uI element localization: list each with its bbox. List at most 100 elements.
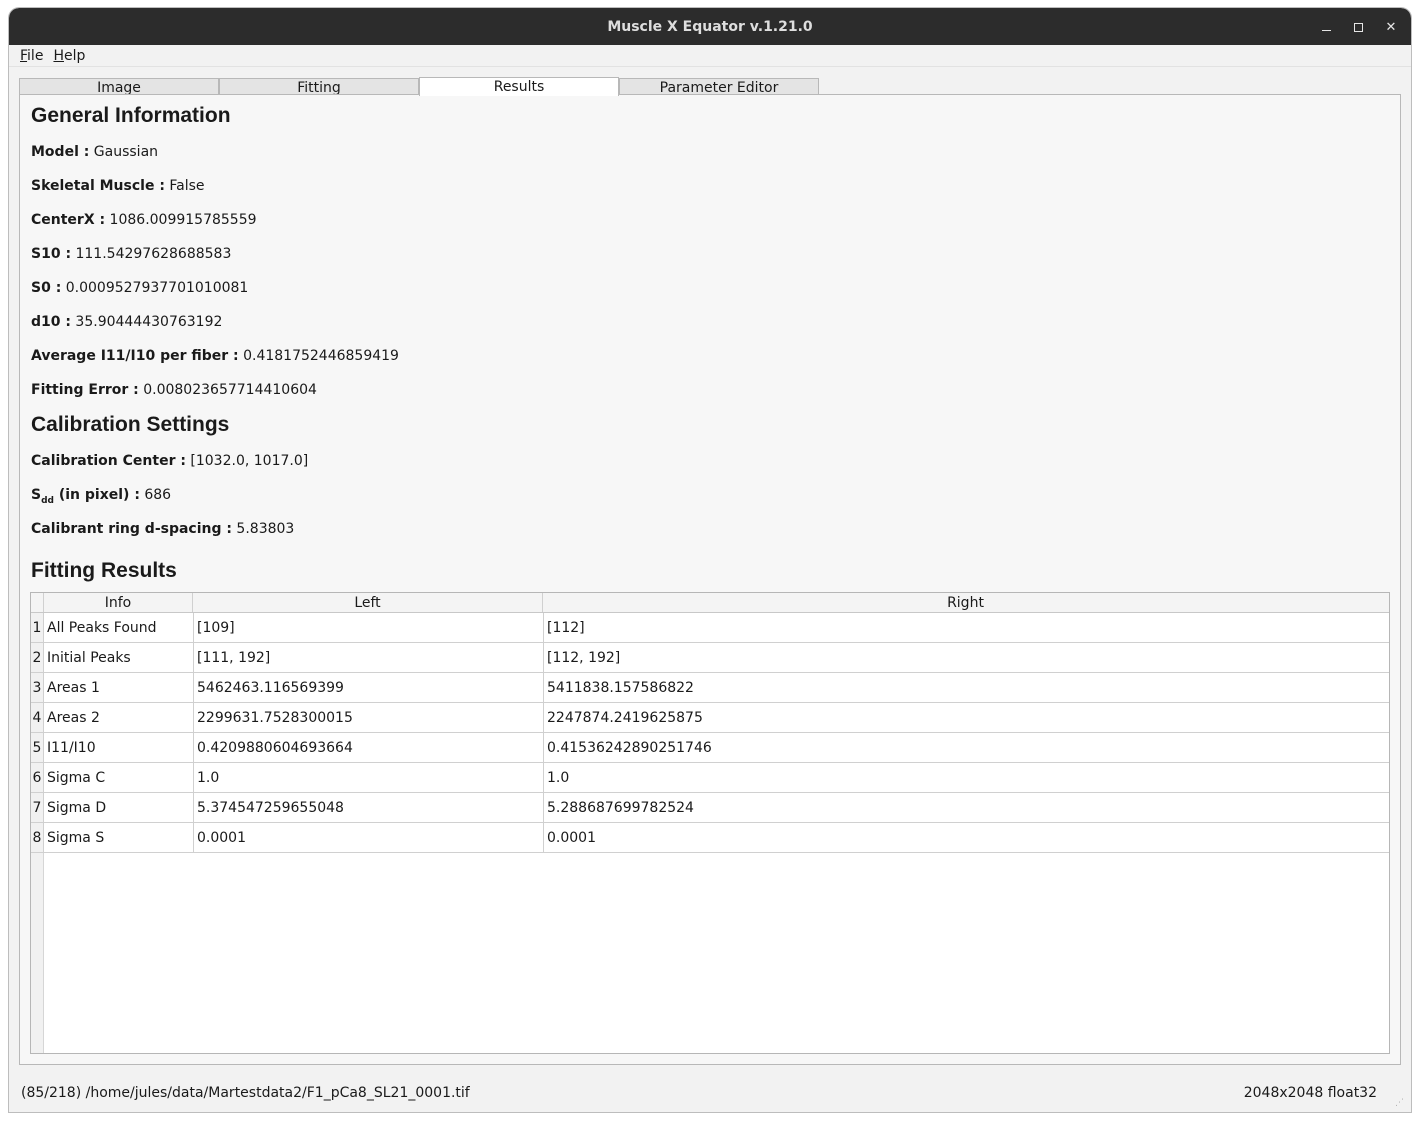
menu-file-mnemonic: F [20,47,28,64]
menu-help-mnemonic: H [53,47,64,64]
cell-right[interactable]: 0.41536242890251746 [544,733,1389,762]
skeletal-muscle-row: Skeletal Muscle : False [31,178,205,194]
cell-info[interactable]: Initial Peaks [44,643,194,672]
column-header-left[interactable]: Left [193,593,543,612]
cell-left[interactable]: 1.0 [194,763,544,792]
cell-info[interactable]: I11/I10 [44,733,194,762]
cell-left[interactable]: [111, 192] [194,643,544,672]
row-number[interactable]: 3 [31,673,44,702]
cell-left[interactable]: 0.4209880604693664 [194,733,544,762]
minimize-icon [1321,29,1331,31]
s0-value: 0.0009527937701010081 [61,280,249,296]
window-title: Muscle X Equator v.1.21.0 [607,18,813,35]
skeletal-muscle-value: False [164,178,205,194]
sdd-key-main: S [31,487,42,503]
app-window: Muscle X Equator v.1.21.0 ✕ File Help Im… [9,8,1411,1112]
calibration-center-value: [1032.0, 1017.0] [185,453,309,469]
cell-left[interactable]: 0.0001 [194,823,544,852]
fitting-results-table[interactable]: Info Left Right 1 All Peaks Found [109] … [30,592,1390,1054]
d10-key: d10 : [31,314,71,330]
status-image-info: 2048x2048 float32 [1243,1084,1377,1101]
column-header-info[interactable]: Info [44,593,193,612]
s0-row: S0 : 0.0009527937701010081 [31,280,248,296]
calibration-center-row: Calibration Center : [1032.0, 1017.0] [31,453,308,469]
menu-help[interactable]: Help [53,48,85,64]
table-row[interactable]: 7 Sigma D 5.374547259655048 5.2886876997… [31,793,1389,823]
d10-value: 35.90444430763192 [70,314,223,330]
maximize-button[interactable] [1345,14,1371,40]
cell-right[interactable]: 1.0 [544,763,1389,792]
cell-info[interactable]: Sigma D [44,793,194,822]
table-row[interactable]: 8 Sigma S 0.0001 0.0001 [31,823,1389,853]
cell-right[interactable]: 2247874.2419625875 [544,703,1389,732]
cell-info[interactable]: Areas 1 [44,673,194,702]
average-i11-i10-value: 0.4181752446859419 [238,348,399,364]
table-row[interactable]: 2 Initial Peaks [111, 192] [112, 192] [31,643,1389,673]
row-number[interactable]: 2 [31,643,44,672]
table-row[interactable]: 3 Areas 1 5462463.116569399 5411838.1575… [31,673,1389,703]
menu-file[interactable]: File [20,48,43,64]
cell-left[interactable]: 5462463.116569399 [194,673,544,702]
close-button[interactable]: ✕ [1378,14,1404,40]
calibration-center-key: Calibration Center : [31,453,186,469]
row-number[interactable]: 1 [31,613,44,642]
row-number[interactable]: 8 [31,823,44,852]
table-header: Info Left Right [31,593,1389,613]
menu-bar: File Help [9,45,1411,67]
sdd-row: Sdd (in pixel) : 686 [31,487,171,506]
fitting-error-key: Fitting Error : [31,382,139,398]
centerx-row: CenterX : 1086.009915785559 [31,212,257,228]
table-corner[interactable] [31,593,44,612]
row-number[interactable]: 5 [31,733,44,762]
cell-left[interactable]: 5.374547259655048 [194,793,544,822]
cell-info[interactable]: All Peaks Found [44,613,194,642]
table-row[interactable]: 6 Sigma C 1.0 1.0 [31,763,1389,793]
maximize-icon [1353,22,1363,32]
cell-info[interactable]: Areas 2 [44,703,194,732]
fitting-error-value: 0.008023657714410604 [138,382,317,398]
table-row[interactable]: 4 Areas 2 2299631.7528300015 2247874.241… [31,703,1389,733]
model-key: Model : [31,144,90,160]
tab-results[interactable]: Results [419,77,619,96]
cell-right[interactable]: 5.288687699782524 [544,793,1389,822]
row-number[interactable]: 4 [31,703,44,732]
sdd-key-sub: dd [41,495,54,506]
fitting-results-heading: Fitting Results [31,559,177,582]
status-bar: (85/218) /home/jules/data/Martestdata2/F… [9,1073,1411,1112]
cell-info[interactable]: Sigma C [44,763,194,792]
row-number[interactable]: 6 [31,763,44,792]
menu-file-label: ile [27,47,44,64]
s10-row: S10 : 111.54297628688583 [31,246,231,262]
minimize-button[interactable] [1313,14,1339,40]
average-i11-i10-row: Average I11/I10 per fiber : 0.4181752446… [31,348,399,364]
sdd-key-rest: (in pixel) : [53,487,140,503]
row-number[interactable]: 7 [31,793,44,822]
cell-right[interactable]: 0.0001 [544,823,1389,852]
column-header-right[interactable]: Right [543,593,1388,612]
table-row[interactable]: 5 I11/I10 0.4209880604693664 0.415362428… [31,733,1389,763]
resize-grip-icon[interactable]: ⋰ [1395,1098,1405,1108]
menu-help-label: elp [63,47,86,64]
title-bar[interactable]: Muscle X Equator v.1.21.0 ✕ [9,8,1411,45]
centerx-value: 1086.009915785559 [105,212,257,228]
calibrant-dspacing-value: 5.83803 [231,521,295,537]
cell-left[interactable]: 2299631.7528300015 [194,703,544,732]
fitting-error-row: Fitting Error : 0.008023657714410604 [31,382,317,398]
skeletal-muscle-key: Skeletal Muscle : [31,178,165,194]
table-row[interactable]: 1 All Peaks Found [109] [112] [31,613,1389,643]
cell-info[interactable]: Sigma S [44,823,194,852]
s10-value: 111.54297628688583 [71,246,232,262]
centerx-key: CenterX : [31,212,106,228]
status-file-path: (85/218) /home/jules/data/Martestdata2/F… [21,1084,470,1101]
calibration-settings-heading: Calibration Settings [31,413,230,436]
cell-left[interactable]: [109] [194,613,544,642]
cell-right[interactable]: [112, 192] [544,643,1389,672]
s0-key: S0 : [31,280,62,296]
d10-row: d10 : 35.90444430763192 [31,314,222,330]
cell-right[interactable]: 5411838.157586822 [544,673,1389,702]
sdd-key: Sdd (in pixel) : [31,487,140,506]
model-value: Gaussian [89,144,159,160]
model-row: Model : Gaussian [31,144,158,160]
calibrant-dspacing-key: Calibrant ring d-spacing : [31,521,232,537]
cell-right[interactable]: [112] [544,613,1389,642]
